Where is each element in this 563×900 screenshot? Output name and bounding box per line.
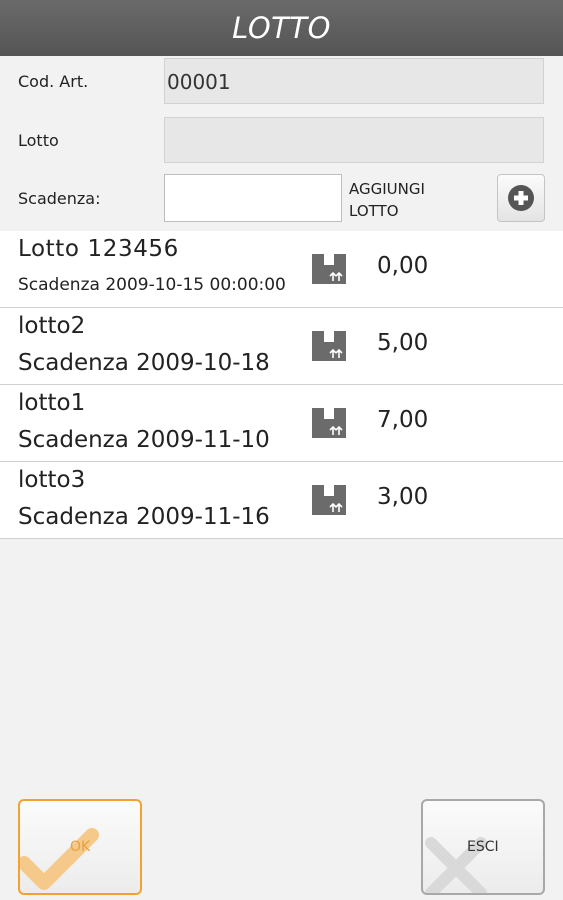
page-title: LOTTO — [232, 11, 331, 45]
lotto-field[interactable] — [164, 117, 544, 163]
box-icon — [312, 408, 346, 438]
lot-expiry: Scadenza 2009-10-18 — [18, 350, 270, 376]
lot-row[interactable]: lotto1 Scadenza 2009-11-10 7,00 — [0, 385, 563, 462]
add-lot-button[interactable] — [497, 174, 545, 222]
lot-expiry: Scadenza 2009-11-10 — [18, 427, 270, 453]
title-bar: LOTTO — [0, 0, 563, 57]
box-icon — [312, 254, 346, 284]
lot-row[interactable]: lotto3 Scadenza 2009-11-16 3,00 — [0, 462, 563, 539]
esci-button[interactable]: ESCI — [421, 799, 545, 895]
lot-name: lotto3 — [18, 467, 86, 493]
cod-art-field[interactable]: 00001 — [164, 58, 544, 104]
lot-name: lotto1 — [18, 390, 86, 416]
add-lot-label-line2: LOTTO — [349, 202, 399, 220]
ok-button[interactable]: OK — [18, 799, 142, 895]
lotto-label: Lotto — [18, 131, 59, 150]
lot-row[interactable]: lotto2 Scadenza 2009-10-18 5,00 — [0, 308, 563, 385]
ok-label: OK — [70, 839, 91, 855]
lot-name: Lotto 123456 — [18, 236, 179, 262]
cod-art-label: Cod. Art. — [18, 72, 89, 91]
scadenza-field[interactable] — [164, 174, 342, 222]
lot-quantity: 3,00 — [377, 484, 429, 510]
add-lot-label: AGGIUNGI LOTTO — [349, 178, 425, 222]
lot-quantity: 0,00 — [377, 253, 429, 279]
esci-label: ESCI — [467, 839, 499, 855]
lot-name: lotto2 — [18, 313, 86, 339]
lot-quantity: 7,00 — [377, 407, 429, 433]
lot-quantity: 5,00 — [377, 330, 429, 356]
box-icon — [312, 485, 346, 515]
lot-expiry: Scadenza 2009-10-15 00:00:00 — [18, 275, 286, 295]
lot-row[interactable]: Lotto 123456 Scadenza 2009-10-15 00:00:0… — [0, 231, 563, 308]
lot-list: Lotto 123456 Scadenza 2009-10-15 00:00:0… — [0, 231, 563, 539]
add-lot-label-line1: AGGIUNGI — [349, 180, 425, 198]
box-icon — [312, 331, 346, 361]
scadenza-label: Scadenza: — [18, 189, 101, 208]
plus-circle-icon — [508, 185, 534, 211]
lot-expiry: Scadenza 2009-11-16 — [18, 504, 270, 530]
